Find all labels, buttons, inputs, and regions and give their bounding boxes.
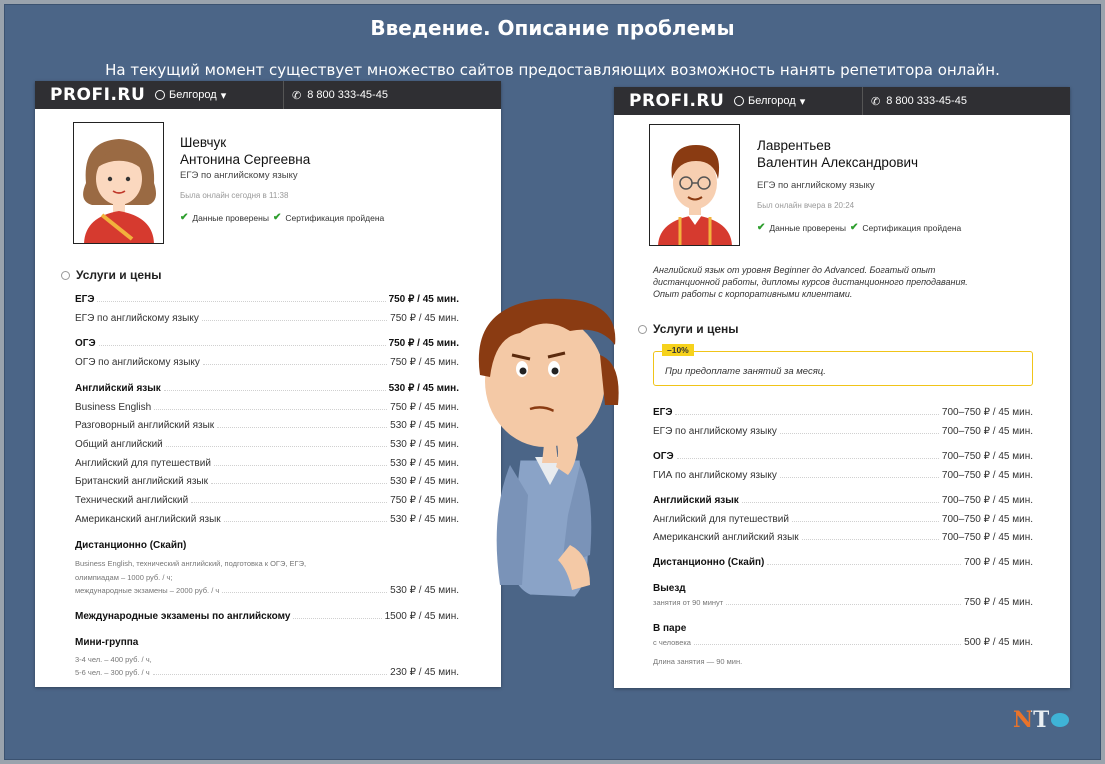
price-row: Американский английский язык 700–750 ₽ / … [653, 532, 1033, 543]
about-line: Английский язык от уровня Beginner до Ad… [653, 265, 936, 275]
tutor-subject: ЕГЭ по английскому языку [757, 180, 875, 191]
profi-logo[interactable]: PROFI.RU [35, 85, 155, 105]
globe-icon [1051, 713, 1070, 727]
data-verified-label: Данные проверены [192, 212, 269, 223]
city-selector[interactable]: Белгород ▾ [155, 89, 283, 102]
last-online: Была онлайн сегодня в 11:38 [180, 191, 289, 200]
price-row: занятия от 90 минут 750 ₽ / 45 мин. [653, 597, 1033, 608]
data-verified-label: Данные проверены [769, 222, 846, 233]
check-icon: ✔ [849, 222, 859, 233]
phone-link[interactable]: ✆ 8 800 333-45-45 [283, 81, 388, 109]
price-row: ОГЭ 750 ₽ / 45 мин. [75, 338, 459, 349]
price-row: Business English 750 ₽ / 45 мин. [75, 402, 459, 413]
site-header: PROFI.RU Белгород ▾ ✆ 8 800 333-45-45 [35, 81, 501, 109]
discount-badge: –10% [662, 344, 694, 356]
price-row: Американский английский язык 530 ₽ / 45 м… [75, 514, 459, 525]
chevron-down-icon: ▾ [799, 95, 806, 108]
price-note: олимпиадам – 1000 руб. / ч; [75, 573, 173, 582]
price-row: Дистанционно (Скайп) [75, 540, 187, 551]
last-online: Был онлайн вчера в 20:24 [757, 201, 855, 210]
certified-label: Сертификация пройдена [285, 212, 385, 223]
tutor-avatar-illustration [83, 139, 156, 243]
brand-letters: NT [1013, 707, 1050, 733]
price-row: ЕГЭ по английскому языку 700–750 ₽ / 45 м… [653, 426, 1033, 437]
tutor-subject: ЕГЭ по английскому языку [180, 170, 298, 181]
phone-icon: ✆ [292, 89, 302, 102]
price-row: ОГЭ 700–750 ₽ / 45 мин. [653, 451, 1033, 462]
price-row: Английский для путешествий 700–750 ₽ / 45… [653, 514, 1033, 525]
phone-link[interactable]: ✆ 8 800 333-45-45 [862, 87, 967, 115]
price-row: Английский для путешествий 530 ₽ / 45 мин… [75, 458, 459, 469]
price-row: ГИА по английскому языку 700–750 ₽ / 45 м… [653, 470, 1033, 481]
services-heading: Услуги и цены [61, 268, 162, 282]
slide-title: Введение. Описание проблемы [370, 16, 735, 40]
site-header: PROFI.RU Белгород ▾ ✆ 8 800 333-45-45 [614, 87, 1070, 115]
tutor-avatar-illustration [658, 145, 732, 245]
price-row: ЕГЭ по английскому языку 750 ₽ / 45 мин. [75, 313, 459, 324]
tutor-surname: Лаврентьев [757, 138, 831, 153]
price-row: Международные экзамены по английскому 150… [75, 611, 459, 622]
price-row: Английский язык 700–750 ₽ / 45 мин. [653, 495, 1033, 506]
price-row: Технический английский 750 ₽ / 45 мин. [75, 495, 459, 506]
location-icon [155, 90, 165, 100]
city-selector[interactable]: Белгород ▾ [734, 95, 862, 108]
chevron-down-icon: ▾ [220, 89, 227, 102]
location-icon [734, 96, 744, 106]
section-bullet-icon [61, 270, 70, 280]
price-row: Выезд [653, 583, 686, 594]
price-row: В паре [653, 623, 687, 634]
price-row: 5-6 чел. – 300 руб. / ч 230 ₽ / 45 мин. [75, 667, 459, 678]
certified-label: Сертификация пройдена [862, 222, 962, 233]
price-note: Business English, технический английский… [75, 559, 307, 568]
check-icon: ✔ [272, 212, 282, 223]
services-heading: Услуги и цены [638, 322, 739, 336]
tutor-surname: Шевчук [180, 135, 227, 150]
price-row: с человека 500 ₽ / 45 мин. [653, 637, 1033, 648]
city-label: Белгород [169, 89, 217, 101]
services-title: Услуги и цены [653, 322, 739, 336]
city-label: Белгород [748, 95, 796, 107]
services-title: Услуги и цены [76, 268, 162, 282]
check-icon: ✔ [757, 222, 766, 233]
profi-logo[interactable]: PROFI.RU [614, 91, 734, 111]
phone-icon: ✆ [871, 95, 881, 108]
price-row: Общий английский 530 ₽ / 45 мин. [75, 439, 459, 450]
price-note: 3-4 чел. – 400 руб. / ч, [75, 655, 152, 664]
price-row: Дистанционно (Скайп) 700 ₽ / 45 мин. [653, 557, 1033, 568]
nt-brand-logo: NT [1013, 707, 1070, 733]
avatar [649, 124, 740, 246]
price-row: Британский английский язык 530 ₽ / 45 мин… [75, 476, 459, 487]
thinking-character-illustration [478, 298, 619, 598]
price-row: Английский язык 530 ₽ / 45 мин. [75, 383, 459, 394]
price-row: ЕГЭ 750 ₽ / 45 мин. [75, 294, 459, 305]
about-line: Опыт работы с корпоративными клиентами. [653, 289, 853, 299]
verification-badges: ✔ Данные проверены ✔ Сертификация пройдена [180, 212, 384, 223]
check-icon: ✔ [180, 212, 189, 223]
phone-number: 8 800 333-45-45 [886, 95, 967, 107]
price-row: ОГЭ по английскому языку 750 ₽ / 45 мин. [75, 357, 459, 368]
price-row: Мини-группа [75, 637, 139, 648]
verification-badges: ✔ Данные проверены ✔ Сертификация пройдена [757, 222, 961, 233]
price-row: Разговорный английский язык 530 ₽ / 45 ми… [75, 420, 459, 431]
tutor-given-name: Валентин Александрович [757, 155, 919, 170]
price-row: международные экзамены – 2000 руб. / ч 53… [75, 585, 459, 596]
left-profile-card: PROFI.RU Белгород ▾ ✆ 8 800 333-45-45 Шевч… [35, 81, 501, 687]
right-profile-card: PROFI.RU Белгород ▾ ✆ 8 800 333-45-45 Лавр… [614, 87, 1070, 688]
discount-text: При предоплате занятий за месяц. [665, 366, 826, 377]
tutor-about: Английский язык от уровня Beginner до Ad… [653, 264, 1033, 300]
lesson-duration: Длина занятия — 90 мин. [653, 657, 743, 666]
about-line: дистанционной работы, дипломы курсов дис… [653, 277, 968, 287]
tutor-given-name: Антонина Сергеевна [180, 152, 311, 167]
price-row: ЕГЭ 700–750 ₽ / 45 мин. [653, 407, 1033, 418]
slide-subtitle: На текущий момент существует множество с… [105, 61, 1000, 79]
phone-number: 8 800 333-45-45 [307, 89, 388, 101]
avatar [73, 122, 164, 244]
